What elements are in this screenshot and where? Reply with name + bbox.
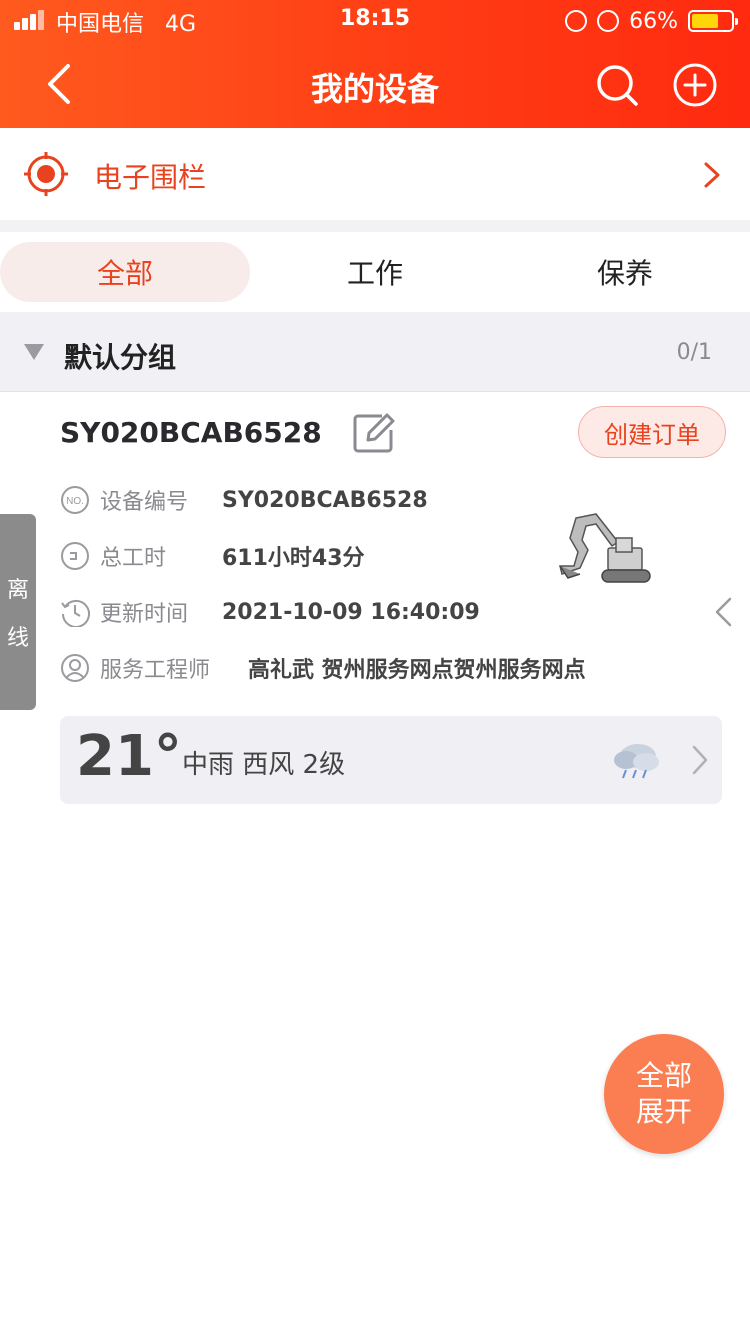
tab-all[interactable]: 全部 <box>0 242 250 302</box>
offline-status-tag: 离 线 <box>0 514 36 710</box>
info-row-device-number: NO. 设备编号 SY020BCAB6528 <box>60 482 428 518</box>
svg-text:NO.: NO. <box>66 496 84 507</box>
info-value: 611小时43分 <box>222 546 365 571</box>
add-circle-icon[interactable] <box>672 62 718 108</box>
tab-working[interactable]: 工作 <box>250 242 500 302</box>
filter-tabs: 全部 工作 保养 <box>0 232 750 312</box>
divider <box>0 220 750 232</box>
info-label: 更新时间 <box>100 602 189 627</box>
device-id-title: SY020BCAB6528 <box>60 416 322 449</box>
info-row-work-hours: 总工时 611小时43分 <box>60 538 365 574</box>
weather-temp: 21° <box>76 724 182 789</box>
chevron-right-icon <box>704 162 720 188</box>
clock-icon <box>61 599 90 627</box>
offline-char: 离 <box>6 578 29 603</box>
alarm-icon <box>597 10 620 32</box>
chevron-left-icon[interactable] <box>712 596 734 628</box>
status-bar: 中国电信 4G 18:15 66% <box>0 0 750 42</box>
tab-maintenance[interactable]: 保养 <box>500 242 750 302</box>
info-row-update-time: 更新时间 2021-10-09 16:40:09 <box>60 594 480 630</box>
excavator-image <box>559 513 651 583</box>
weather-bar[interactable]: 21° 中雨 西风 2级 <box>60 716 722 804</box>
group-header[interactable]: 默认分组 0/1 <box>0 312 750 392</box>
no-icon: NO. <box>61 486 89 514</box>
nav-bar: 我的设备 <box>0 42 750 128</box>
expand-all-button[interactable]: 全部 展开 <box>604 1034 724 1154</box>
info-label: 服务工程师 <box>100 658 211 683</box>
fence-label: 电子围栏 <box>94 161 207 194</box>
fab-line-1: 全部 <box>635 1059 692 1092</box>
info-value: SY020BCAB6528 <box>222 487 428 513</box>
collapse-triangle-icon <box>24 344 44 360</box>
top-bar: 中国电信 4G 18:15 66% 我的设备 <box>0 0 750 128</box>
fab-line-2: 展开 <box>635 1095 692 1128</box>
target-icon <box>24 152 68 196</box>
info-value: 2021-10-09 16:40:09 <box>222 599 480 625</box>
group-count: 0/1 <box>676 340 712 365</box>
info-label: 设备编号 <box>100 490 189 515</box>
chevron-right-icon <box>692 745 708 775</box>
weather-desc: 中雨 西风 2级 <box>182 750 346 780</box>
battery-percent: 66% <box>629 8 678 34</box>
info-row-service-engineer: 服务工程师 高礼武 贺州服务网点贺州服务网点 <box>60 650 586 686</box>
offline-char: 线 <box>6 626 29 651</box>
battery-icon <box>688 10 738 32</box>
rotation-lock-icon <box>565 10 588 32</box>
create-order-button[interactable]: 创建订单 <box>578 406 726 458</box>
search-icon[interactable] <box>594 62 640 108</box>
person-icon <box>61 654 89 682</box>
electronic-fence-row[interactable]: 电子围栏 <box>0 128 750 220</box>
group-label: 默认分组 <box>64 341 177 374</box>
work-hours-icon <box>61 542 89 570</box>
rain-cloud-icon <box>614 744 659 779</box>
info-value: 高礼武 贺州服务网点贺州服务网点 <box>248 658 586 683</box>
edit-icon[interactable] <box>352 412 396 454</box>
info-label: 总工时 <box>100 546 167 571</box>
